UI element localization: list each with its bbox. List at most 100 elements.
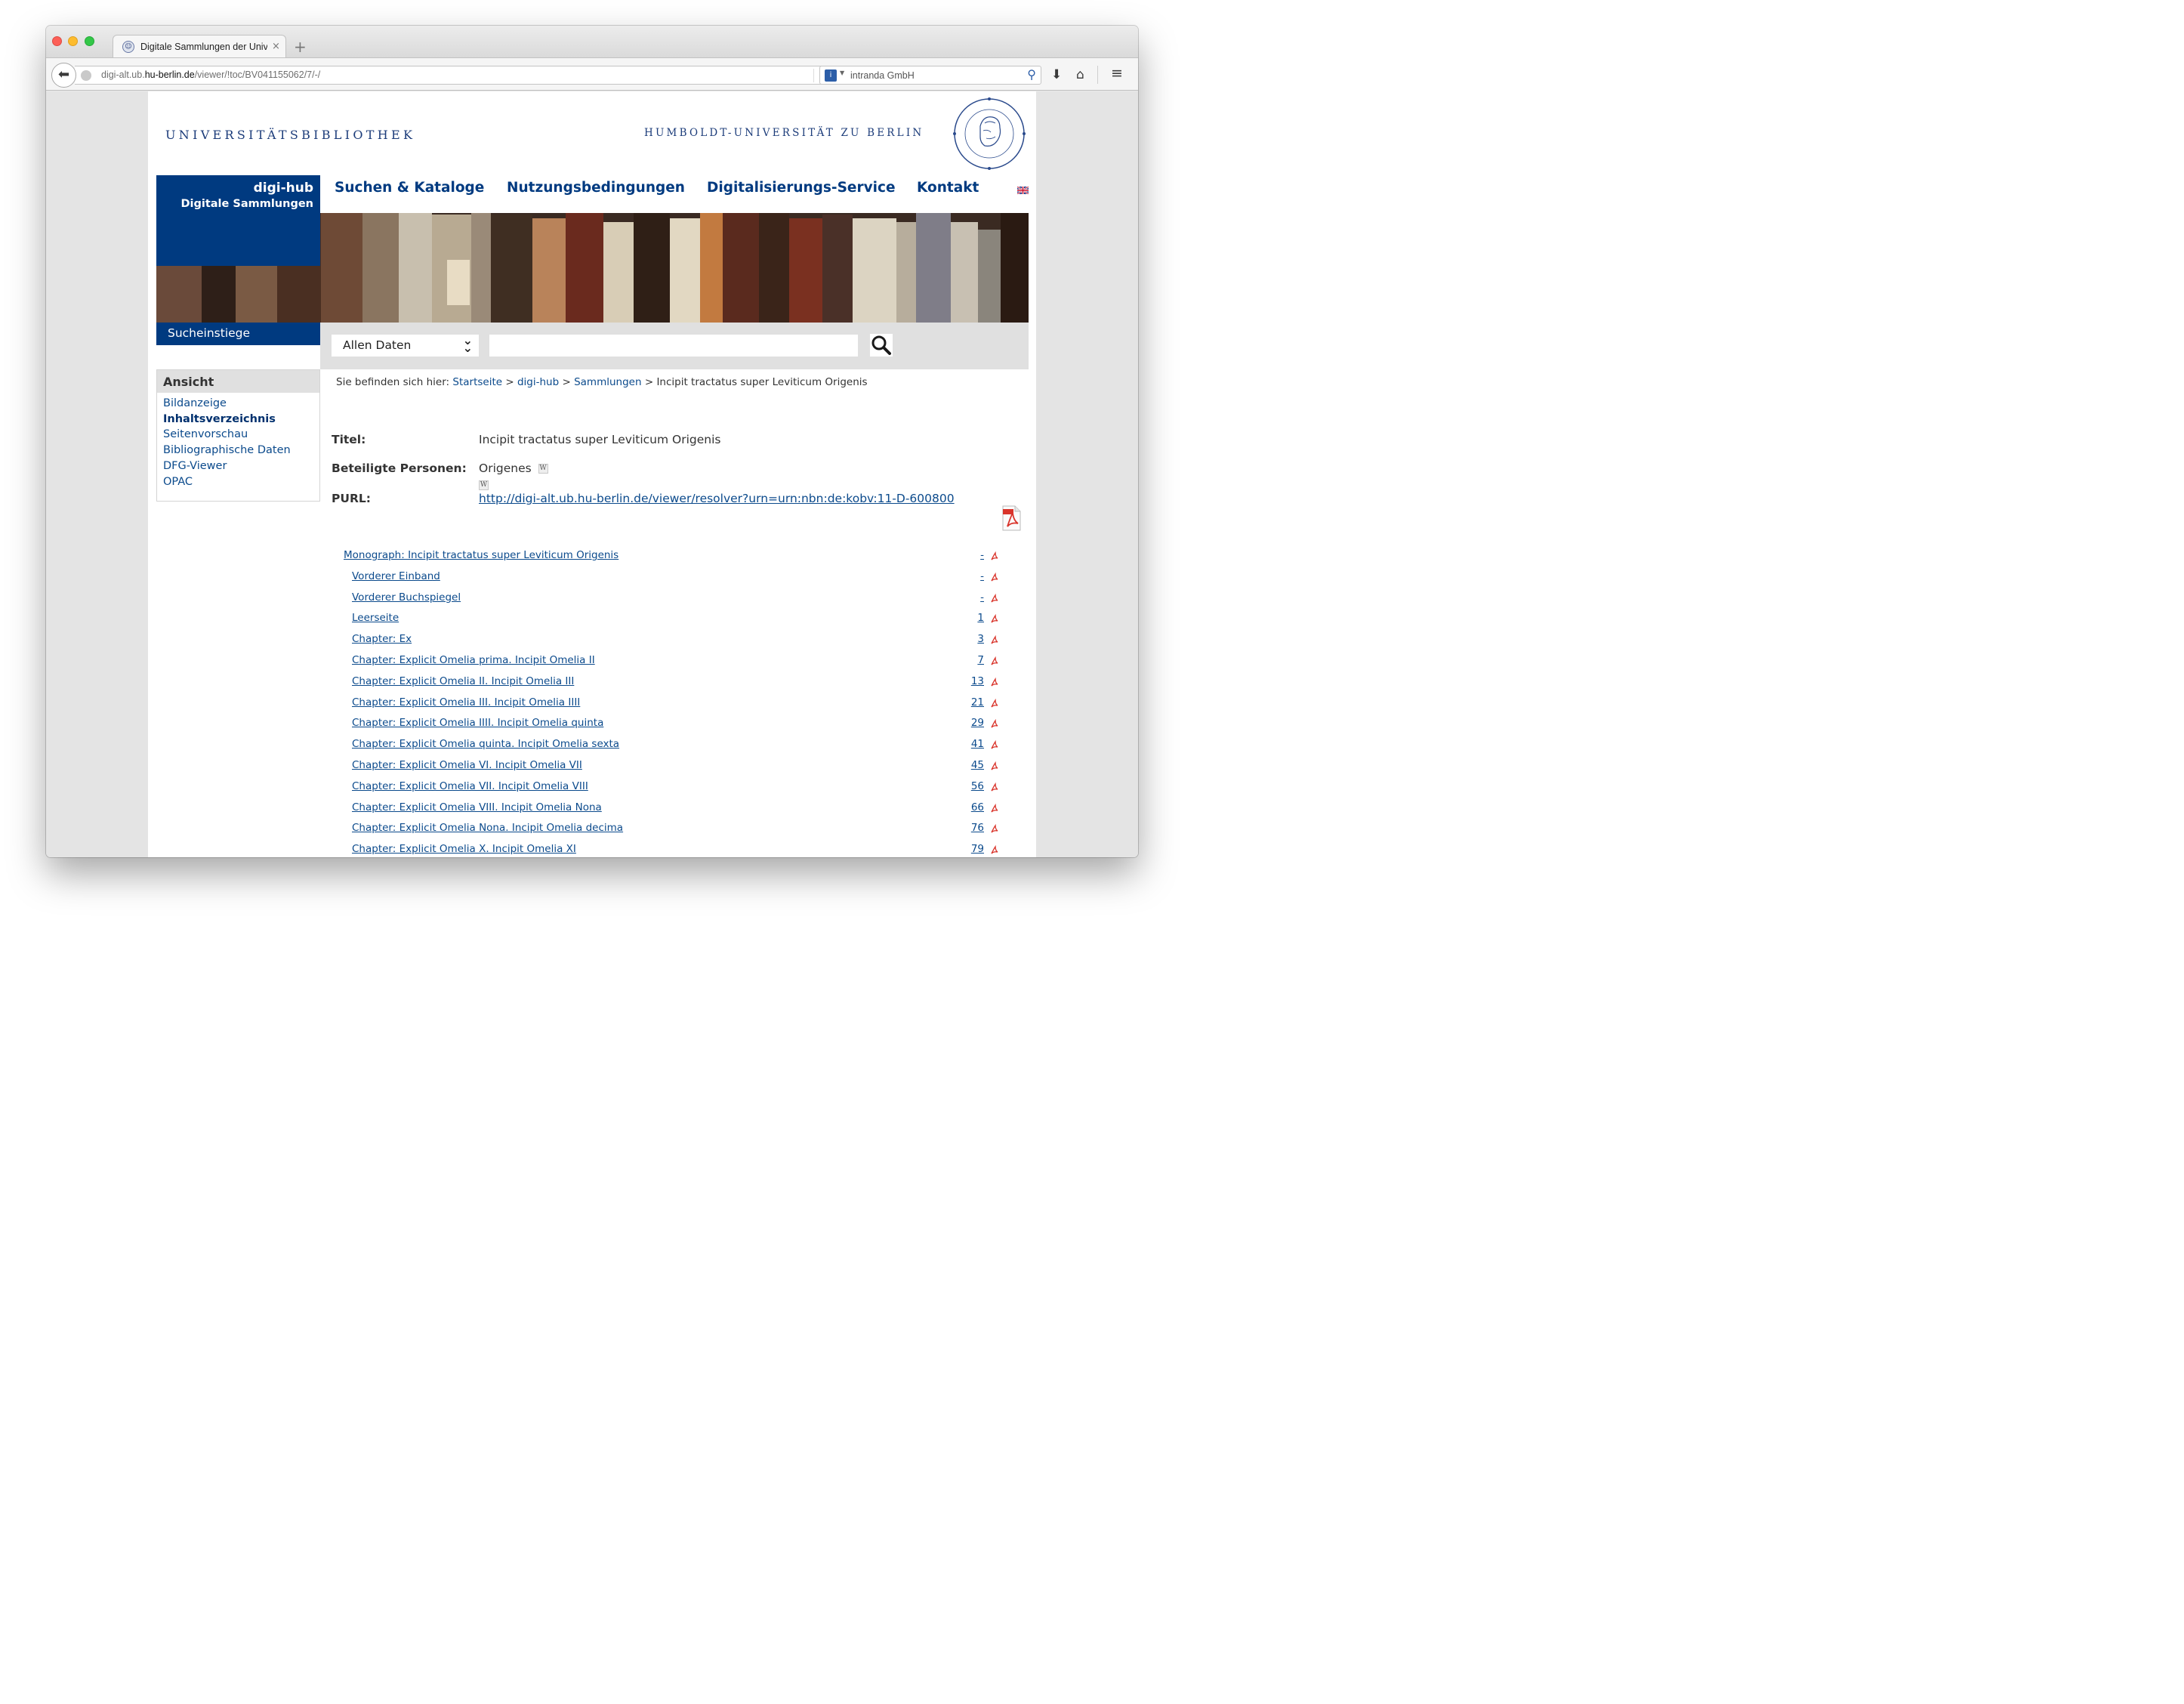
toc-page-link[interactable]: 45 (971, 759, 984, 771)
toc-page-link[interactable]: 66 (971, 801, 984, 813)
wikipedia-icon[interactable]: W (479, 480, 489, 490)
toc-entry-link[interactable]: Chapter: Explicit Omelia VII. Incipit Om… (352, 780, 588, 792)
toc-row: Chapter: Explicit Omelia Nona. Incipit O… (148, 822, 1036, 840)
sidebar-item-bildanzeige[interactable]: Bildanzeige (163, 396, 319, 412)
toc-entry-link[interactable]: Monograph: Incipit tractatus super Levit… (344, 549, 618, 561)
pdf-icon[interactable] (989, 824, 999, 834)
search-input[interactable] (489, 335, 858, 357)
url-bar[interactable]: digi-alt.ub.hu-berlin.de/viewer/!toc/BV0… (75, 66, 839, 85)
purl-link[interactable]: http://digi-alt.ub.hu-berlin.de/viewer/r… (479, 492, 955, 505)
uk-flag-icon[interactable] (1017, 187, 1029, 194)
toc-entry-link[interactable]: Chapter: Explicit Omelia prima. Incipit … (352, 654, 595, 666)
toc-entry-link[interactable]: Chapter: Explicit Omelia X. Incipit Omel… (352, 843, 576, 855)
sidebar-item-seitenvorschau[interactable]: Seitenvorschau (163, 427, 319, 443)
maximize-window-button[interactable] (85, 36, 94, 46)
pdf-icon[interactable] (989, 656, 999, 666)
pdf-icon[interactable] (989, 593, 999, 604)
pdf-icon[interactable] (989, 761, 999, 771)
search-entry-heading[interactable]: Sucheinstiege (156, 323, 320, 345)
search-scope-select[interactable]: Allen Daten ⌄ ⌄ (332, 335, 479, 357)
browser-tab[interactable]: ☺ Digitale Sammlungen der Univ... × (113, 35, 286, 57)
url-text: digi-alt.ub.hu-berlin.de/viewer/!toc/BV0… (101, 69, 321, 80)
pdf-icon[interactable] (989, 572, 999, 582)
sidebar-item-bibliographische-daten[interactable]: Bibliographische Daten (163, 443, 319, 458)
toc-page-link[interactable]: 3 (977, 633, 984, 645)
toc-row: Leerseite 1 (148, 612, 1036, 630)
download-icon[interactable]: ⬇ (1051, 67, 1062, 82)
home-icon[interactable]: ⌂ (1076, 67, 1084, 82)
toc-entry-link[interactable]: Chapter: Explicit Omelia III. Incipit Om… (352, 696, 580, 708)
engine-dropdown-icon[interactable]: ▼ (840, 69, 844, 76)
breadcrumb-startseite[interactable]: Startseite (452, 376, 502, 388)
toc-entry-link[interactable]: Chapter: Explicit Omelia quinta. Incipit… (352, 738, 619, 750)
menu-icon[interactable]: ≡ (1111, 65, 1123, 82)
toc-row: Vorderer Buchspiegel - (148, 591, 1036, 610)
toc-entry-link[interactable]: Chapter: Explicit Omelia II. Incipit Ome… (352, 675, 574, 687)
wikipedia-icon[interactable]: W (538, 464, 548, 474)
toc-entry-link[interactable]: Vorderer Buchspiegel (352, 591, 461, 604)
toc-page-link[interactable]: 79 (971, 843, 984, 855)
toc-page-link[interactable]: 7 (977, 654, 984, 666)
pdf-icon[interactable] (989, 782, 999, 792)
brand-block[interactable]: digi-hub Digitale Sammlungen (156, 175, 320, 266)
toc-page-link[interactable]: - (980, 570, 984, 582)
search-icon[interactable]: ⚲ (1027, 67, 1036, 82)
sidebar-list: Bildanzeige Inhaltsverzeichnis Seitenvor… (157, 393, 319, 489)
search-scope-value: Allen Daten (343, 338, 412, 352)
toc-page-link[interactable]: 13 (971, 675, 984, 687)
toc-page-link[interactable]: 21 (971, 696, 984, 708)
minimize-window-button[interactable] (68, 36, 78, 46)
library-title[interactable]: UNIVERSITÄTSBIBLIOTHEK (165, 128, 415, 142)
pdf-icon[interactable] (989, 803, 999, 813)
nav-kontakt[interactable]: Kontakt (917, 180, 979, 196)
pdf-icon[interactable] (989, 551, 999, 561)
university-title[interactable]: HUMBOLDT-UNIVERSITÄT ZU BERLIN (644, 127, 924, 139)
toc-entry-link[interactable]: Chapter: Ex (352, 633, 412, 645)
breadcrumb-separator: > (562, 376, 571, 388)
toc-page-link[interactable]: 56 (971, 780, 984, 792)
search-icon[interactable] (870, 334, 893, 357)
nav-nutzungsbedingungen[interactable]: Nutzungsbedingungen (507, 180, 685, 196)
pdf-download-icon[interactable] (1001, 505, 1021, 531)
pdf-icon[interactable] (989, 614, 999, 624)
toc-page-link[interactable]: - (980, 591, 984, 604)
breadcrumb-sammlungen[interactable]: Sammlungen (574, 376, 641, 388)
toc-row: Vorderer Einband - (148, 570, 1036, 588)
title-value: Incipit tractatus super Leviticum Origen… (479, 433, 721, 446)
site-identity-icon[interactable] (81, 70, 91, 81)
toc-page-link[interactable]: - (980, 549, 984, 561)
sidebar-item-inhaltsverzeichnis[interactable]: Inhaltsverzeichnis (163, 412, 319, 428)
new-tab-button[interactable]: + (294, 38, 307, 56)
toc-page-link[interactable]: 41 (971, 738, 984, 750)
persons-value: Origenes W (479, 462, 548, 475)
nav-digitalisierungs-service[interactable]: Digitalisierungs-Service (707, 180, 896, 196)
breadcrumb-digi-hub[interactable]: digi-hub (517, 376, 559, 388)
sidebar-item-dfg-viewer[interactable]: DFG-Viewer (163, 458, 319, 474)
toc-entry-link[interactable]: Chapter: Explicit Omelia VIII. Incipit O… (352, 801, 602, 813)
toc-page-link[interactable]: 1 (977, 612, 984, 624)
tab-close-icon[interactable]: × (272, 41, 280, 52)
sidebar-item-opac[interactable]: OPAC (163, 474, 319, 490)
breadcrumb-separator: > (505, 376, 514, 388)
browser-window: ☺ Digitale Sammlungen der Univ... × + di… (46, 26, 1138, 857)
nav-suchen-kataloge[interactable]: Suchen & Kataloge (335, 180, 484, 196)
university-seal-icon[interactable] (950, 96, 1029, 171)
toc-entry-link[interactable]: Chapter: Explicit Omelia IIII. Incipit O… (352, 717, 603, 729)
pdf-icon[interactable] (989, 635, 999, 645)
search-area: Allen Daten ⌄ ⌄ (320, 323, 1029, 369)
toc-entry-link[interactable]: Vorderer Einband (352, 570, 440, 582)
browser-search-bar[interactable]: i ▼ intranda GmbH ⚲ (819, 66, 1041, 85)
pdf-icon[interactable] (989, 677, 999, 687)
close-window-button[interactable] (52, 36, 62, 46)
back-arrow-icon[interactable]: ⬅ (51, 63, 76, 88)
pdf-icon[interactable] (989, 698, 999, 708)
toc-entry-link[interactable]: Leerseite (352, 612, 399, 624)
toc-entry-link[interactable]: Chapter: Explicit Omelia Nona. Incipit O… (352, 822, 623, 834)
search-engine-icon[interactable]: i (825, 69, 837, 82)
toc-entry-link[interactable]: Chapter: Explicit Omelia VI. Incipit Ome… (352, 759, 582, 771)
pdf-icon[interactable] (989, 719, 999, 729)
toc-page-link[interactable]: 29 (971, 717, 984, 729)
toc-page-link[interactable]: 76 (971, 822, 984, 834)
pdf-icon[interactable] (989, 845, 999, 855)
pdf-icon[interactable] (989, 740, 999, 750)
